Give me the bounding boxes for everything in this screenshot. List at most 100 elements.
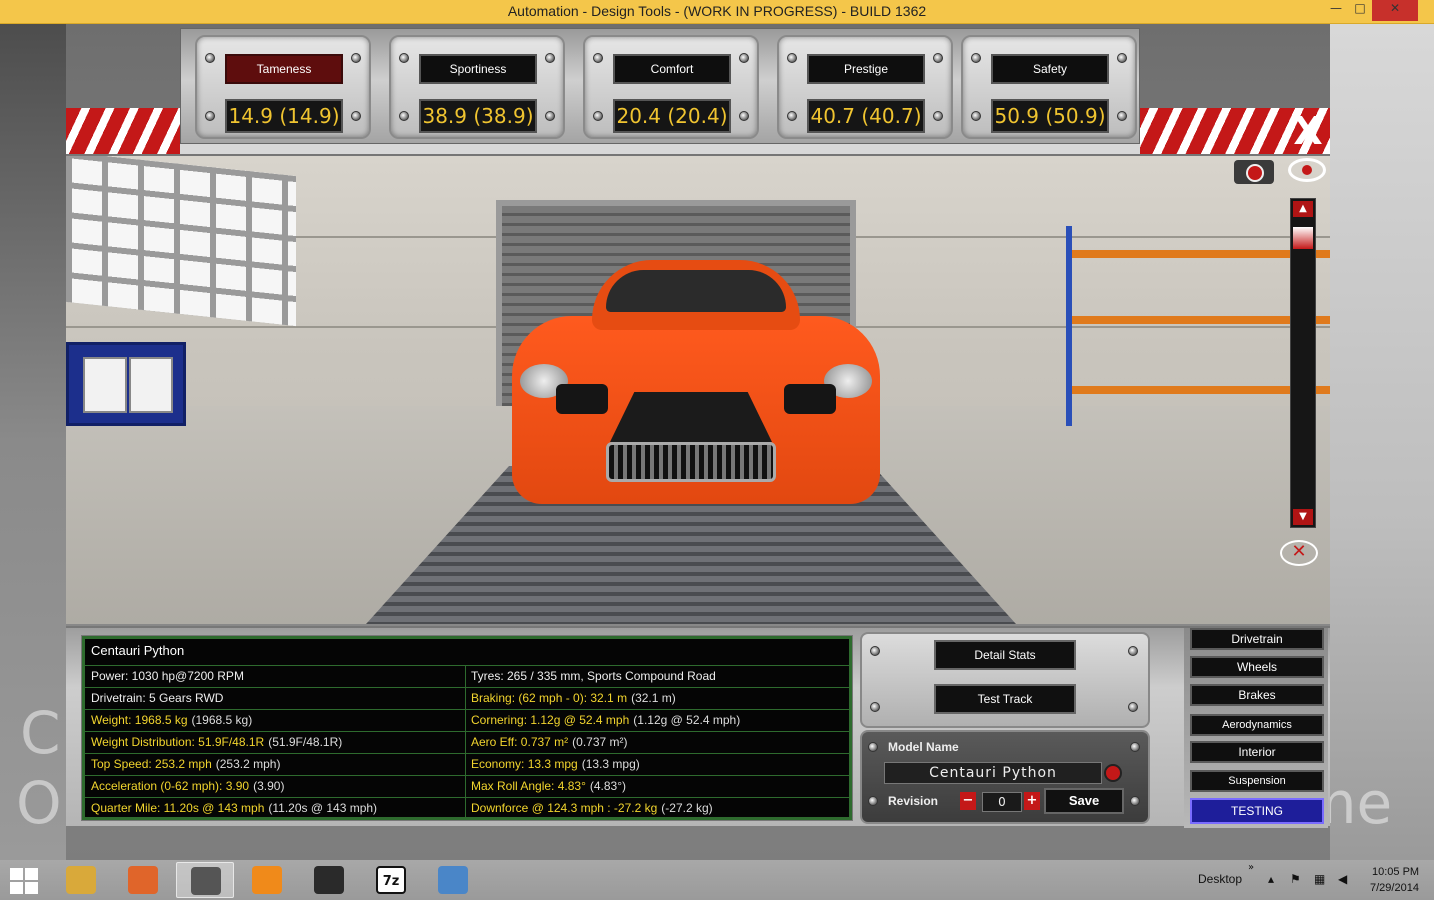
window-close-button[interactable]: ✕ [1372,0,1418,21]
spec-right: Aero Eff: 0.737 m² (0.737 m²) [471,735,628,749]
spec-left: Power: 1030 hp@7200 RPM [91,669,244,683]
firefox-icon [128,866,158,894]
spec-key: Economy: 13.3 mpg [471,757,578,771]
tab-interior[interactable]: Interior [1190,741,1324,763]
zoom-scrollbar[interactable]: ▲ ▼ [1290,198,1316,528]
stat-label-sportiness[interactable]: Sportiness [419,54,537,84]
save-button[interactable]: Save [1044,788,1124,814]
screw [1117,53,1127,63]
windows-logo-icon [25,868,38,880]
clock-date[interactable]: 7/29/2014 [1370,882,1419,894]
spec-key: Tyres: 265 / 335 mm, Sports Compound Roa… [471,669,716,683]
model-panel: Model Name Centauri Python Revision − 0 … [860,730,1150,824]
taskbar-app[interactable] [300,862,358,898]
cabinet-door [83,357,127,413]
start-button[interactable] [10,868,40,894]
detail-stats-button[interactable]: Detail Stats [934,640,1076,670]
stat-value-safety: 50.9 (50.9) [991,99,1109,133]
minimize-button[interactable]: — [1322,0,1350,21]
toolbar-chevron-icon[interactable]: » [1248,862,1254,873]
volume-icon[interactable]: ◀ [1338,872,1347,886]
taskbar-app[interactable] [114,862,172,898]
screw [870,646,880,656]
spec-key: Downforce @ 124.3 mph : -27.2 kg [471,801,658,815]
stat-value-prestige: 40.7 (40.7) [807,99,925,133]
spec-value: (1968.5 kg) [191,713,253,727]
windows-logo-icon [10,868,23,880]
taskbar-app[interactable] [176,862,234,898]
spec-row: Acceleration (0-62 mph): 3.90 (3.90) Max R… [85,775,849,798]
screw [868,742,878,752]
revision-label: Revision [888,794,939,808]
design-tabs: Drivetrain Wheels Brakes Aerodynamics In… [1184,628,1328,828]
spec-row: Top Speed: 253.2 mph (253.2 mph) Economy: … [85,753,849,776]
maximize-button[interactable]: □ [1350,0,1370,21]
screw [933,111,943,121]
spec-divider [465,710,466,732]
blue-cabinet [66,342,186,426]
taskbar-app[interactable] [52,862,110,898]
hide-view-icon[interactable]: ✕ [1280,540,1318,566]
paint-icon [438,866,468,894]
screw [205,111,215,121]
eye-icon[interactable] [1288,158,1326,182]
screw [1130,742,1140,752]
spec-value: (11.20s @ 143 mph) [268,801,378,815]
taskbar-app[interactable] [424,862,482,898]
scroll-up-icon[interactable]: ▲ [1293,201,1313,217]
stat-plate-tameness: Tameness 14.9 (14.9) [195,35,371,139]
tab-testing[interactable]: TESTING [1190,798,1324,824]
test-track-button[interactable]: Test Track [934,684,1076,714]
car-grille [606,442,776,482]
screw [787,111,797,121]
tab-suspension[interactable]: Suspension [1190,770,1324,792]
car-name: Centauri Python [91,643,185,658]
tab-drivetrain[interactable]: Drivetrain [1190,628,1324,650]
revision-increment-button[interactable]: + [1024,792,1040,810]
screw [593,111,603,121]
stat-label-comfort[interactable]: Comfort [613,54,731,84]
scroll-thumb[interactable] [1293,227,1313,249]
stat-value-tameness: 14.9 (14.9) [225,99,343,133]
revision-decrement-button[interactable]: − [960,792,976,810]
spec-right: Tyres: 265 / 335 mm, Sports Compound Roa… [471,669,716,683]
tab-brakes[interactable]: Brakes [1190,684,1324,706]
network-icon[interactable]: ▦ [1314,872,1325,886]
screw [933,53,943,63]
screw [1128,646,1138,656]
spec-key: Aero Eff: 0.737 m² [471,735,569,749]
model-name-label: Model Name [888,740,959,754]
screw [739,53,749,63]
model-name-reset-icon[interactable] [1104,764,1122,782]
taskbar-app[interactable]: 7z [362,862,420,898]
tab-wheels[interactable]: Wheels [1190,656,1324,678]
screw [399,111,409,121]
model-name-input[interactable]: Centauri Python [884,762,1102,784]
spec-key: Weight: 1968.5 kg [91,713,188,727]
tray-overflow-icon[interactable]: ▴ [1268,872,1274,886]
car-3d-viewport[interactable]: ▲ ▼ ✕ [66,156,1330,624]
stat-label-safety[interactable]: Safety [991,54,1109,84]
screw [870,702,880,712]
taskbar-app[interactable] [238,862,296,898]
spec-right: Max Roll Angle: 4.83° (4.83°) [471,779,626,793]
close-designer-button[interactable]: X [1290,110,1326,152]
scroll-down-icon[interactable]: ▼ [1293,509,1313,525]
spec-left: Weight: 1968.5 kg (1968.5 kg) [91,713,252,727]
spec-key: Acceleration (0-62 mph): 3.90 [91,779,250,793]
clock-time[interactable]: 10:05 PM [1372,866,1419,878]
spec-left: Weight Distribution: 51.9F/48.1R (51.9F/4… [91,735,342,749]
action-center-flag-icon[interactable]: ⚑ [1290,872,1301,886]
garage-window [66,156,296,327]
car-vent [784,384,836,414]
camera-icon[interactable] [1234,160,1274,184]
action-panel: Detail Stats Test Track [860,632,1150,728]
desktop-toolbar-label[interactable]: Desktop [1198,872,1242,886]
stat-label-prestige[interactable]: Prestige [807,54,925,84]
stat-label-tameness[interactable]: Tameness [225,54,343,84]
screw [739,111,749,121]
spec-right: Economy: 13.3 mpg (13.3 mpg) [471,757,640,771]
tab-aerodynamics[interactable]: Aerodynamics [1190,714,1324,736]
background-right [1330,24,1434,860]
screw [399,53,409,63]
